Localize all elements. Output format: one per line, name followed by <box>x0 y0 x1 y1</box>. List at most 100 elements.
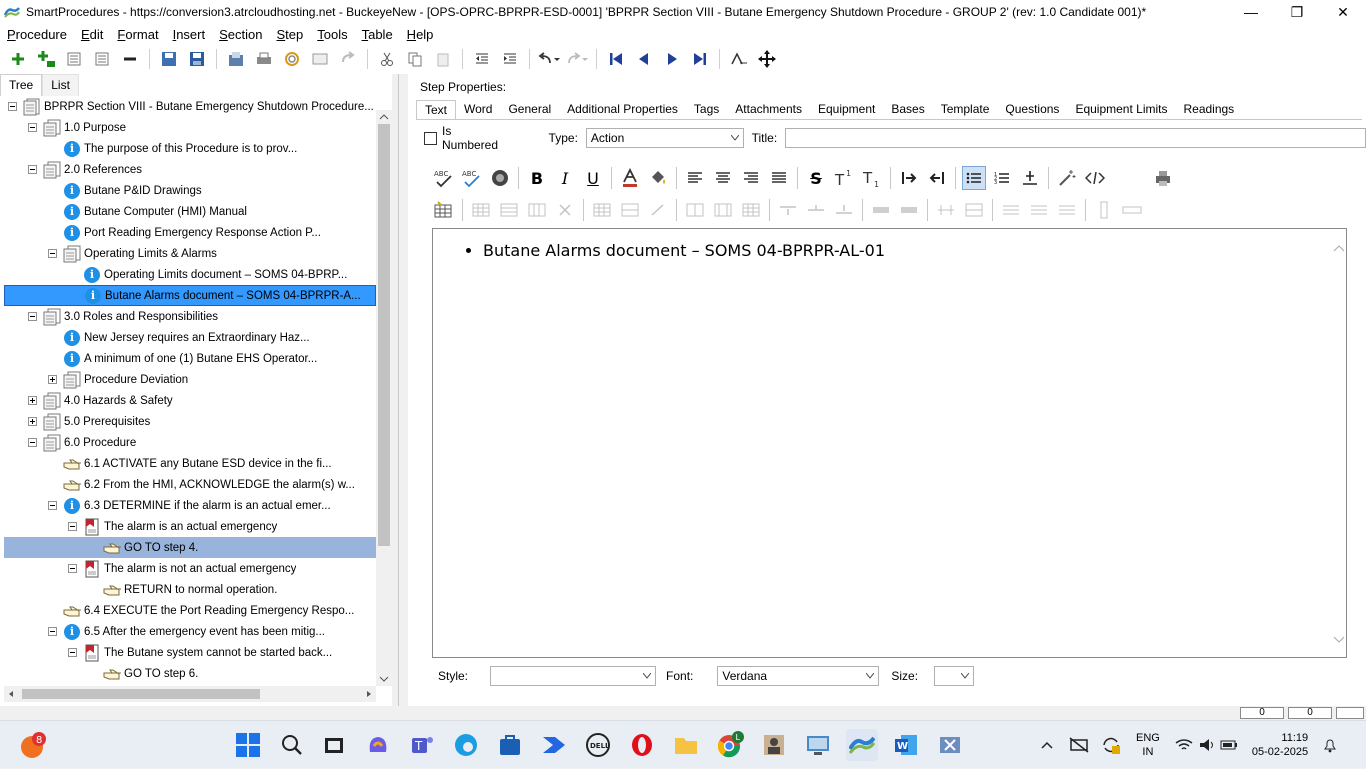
collapse-icon[interactable] <box>28 123 37 132</box>
move-button[interactable] <box>755 47 779 71</box>
collapse-icon[interactable] <box>68 564 77 573</box>
tree-item[interactable]: i Operating Limits document – SOMS 04-BPR… <box>4 264 376 285</box>
pane-splitter[interactable] <box>398 74 406 706</box>
task-view-button[interactable] <box>318 729 350 761</box>
tree-item[interactable]: i Butane P&ID Drawings <box>4 180 376 201</box>
bullet-list-button[interactable] <box>962 166 986 190</box>
title-input[interactable] <box>785 128 1366 148</box>
link-button[interactable] <box>280 47 304 71</box>
tree-item[interactable]: GO TO step 4. <box>4 537 376 558</box>
table-tool-18[interactable] <box>999 199 1023 221</box>
table-tool-7[interactable] <box>646 199 670 221</box>
table-tool-1[interactable] <box>469 199 493 221</box>
insert-subsection-button[interactable] <box>90 47 114 71</box>
table-tool-19[interactable] <box>1027 199 1051 221</box>
collapse-icon[interactable] <box>28 312 37 321</box>
tab-tags[interactable]: Tags <box>686 100 727 120</box>
tree-item[interactable]: 4.0 Hazards & Safety <box>4 390 376 411</box>
tab-readings[interactable]: Readings <box>1175 100 1242 120</box>
next-step-button[interactable] <box>660 47 684 71</box>
scroll-left-icon[interactable] <box>6 686 16 702</box>
tree-item[interactable]: i Port Reading Emergency Response Action … <box>4 222 376 243</box>
tree-item[interactable]: GO TO step 6. <box>4 663 376 684</box>
table-tool-6[interactable] <box>618 199 642 221</box>
tree-item[interactable]: 1.0 Purpose <box>4 117 376 138</box>
redo-button[interactable] <box>565 47 589 71</box>
taskbar-copilot[interactable] <box>362 729 394 761</box>
tab-word[interactable]: Word <box>456 100 500 120</box>
tab-bases[interactable]: Bases <box>883 100 932 120</box>
highlight-color-button[interactable] <box>646 166 670 190</box>
tree-item[interactable]: The alarm is an actual emergency <box>4 516 376 537</box>
scroll-right-icon[interactable] <box>364 686 374 702</box>
tree-item[interactable]: Operating Limits & Alarms <box>4 243 376 264</box>
taskbar-widgets[interactable]: 8 <box>16 729 48 761</box>
tree-hscroll-thumb[interactable] <box>22 689 260 699</box>
clock[interactable]: 11:19 05-02-2025 <box>1252 731 1308 759</box>
menu-help[interactable]: Help <box>400 27 441 42</box>
taskbar-chrome[interactable]: L <box>714 729 746 761</box>
italic-button[interactable]: I <box>553 166 577 190</box>
taskbar-store[interactable] <box>494 729 526 761</box>
tab-tree[interactable]: Tree <box>0 74 43 96</box>
indent-button[interactable] <box>498 47 522 71</box>
collapse-icon[interactable] <box>8 102 17 111</box>
taskbar-edge[interactable] <box>450 729 482 761</box>
html-source-button[interactable] <box>1083 166 1107 190</box>
table-tool-12[interactable] <box>804 199 828 221</box>
tree-item[interactable]: i New Jersey requires an Extraordinary Ha… <box>4 327 376 348</box>
taskbar-powerautomate[interactable] <box>538 729 570 761</box>
previous-step-button[interactable] <box>632 47 656 71</box>
add-step-button[interactable] <box>6 47 30 71</box>
scroll-down-icon[interactable] <box>376 674 392 686</box>
volume-icon[interactable] <box>1198 737 1216 753</box>
find-replace-button[interactable] <box>727 47 751 71</box>
table-tool-9[interactable] <box>711 199 735 221</box>
table-tool-11[interactable] <box>776 199 800 221</box>
notification-bell-icon[interactable] <box>1322 737 1338 753</box>
upload-button[interactable] <box>224 47 248 71</box>
outdent-button[interactable] <box>470 47 494 71</box>
taskbar-dell[interactable]: DELL <box>582 729 614 761</box>
taskbar-teams[interactable]: T <box>406 729 438 761</box>
sync-icon[interactable] <box>1100 735 1122 755</box>
table-tool-4[interactable] <box>553 199 577 221</box>
last-step-button[interactable] <box>688 47 712 71</box>
tab-general[interactable]: General <box>500 100 559 120</box>
print-button[interactable] <box>252 47 276 71</box>
font-color-button[interactable] <box>618 166 642 190</box>
taskbar-search[interactable] <box>276 729 308 761</box>
tree-item[interactable]: 6.0 Procedure <box>4 432 376 453</box>
table-tool-10[interactable] <box>739 199 763 221</box>
tree-vertical-scrollbar[interactable] <box>376 110 392 686</box>
first-step-button[interactable] <box>604 47 628 71</box>
tab-additional-properties[interactable]: Additional Properties <box>559 100 686 120</box>
redo-link-button[interactable] <box>336 47 360 71</box>
expand-icon[interactable] <box>28 417 37 426</box>
table-tool-17[interactable] <box>962 199 986 221</box>
window-button[interactable] <box>308 47 332 71</box>
table-tool-22[interactable] <box>1120 199 1144 221</box>
tree-item[interactable]: RETURN to normal operation. <box>4 579 376 600</box>
justify-button[interactable] <box>767 166 791 190</box>
minimize-button[interactable]: — <box>1228 0 1274 24</box>
collapse-icon[interactable] <box>48 501 57 510</box>
spellcheck-button[interactable]: ABC <box>432 166 456 190</box>
add-substep-button[interactable] <box>34 47 58 71</box>
language-indicator[interactable]: ENG IN <box>1136 731 1160 759</box>
table-tool-14[interactable] <box>869 199 893 221</box>
paste-button[interactable] <box>431 47 455 71</box>
tree-item[interactable]: 6.2 From the HMI, ACKNOWLEDGE the alarm(… <box>4 474 376 495</box>
battery-icon[interactable] <box>1220 737 1238 753</box>
collapse-icon[interactable] <box>28 165 37 174</box>
tree-horizontal-scrollbar[interactable] <box>4 686 376 702</box>
scroll-up-icon[interactable] <box>376 110 392 122</box>
table-tool-16[interactable] <box>934 199 958 221</box>
collapse-icon[interactable] <box>68 648 77 657</box>
menu-tools[interactable]: Tools <box>310 27 354 42</box>
expand-icon[interactable] <box>48 375 57 384</box>
tab-list[interactable]: List <box>42 74 79 96</box>
align-center-button[interactable] <box>711 166 735 190</box>
style-select[interactable] <box>490 666 657 686</box>
start-button[interactable] <box>232 729 264 761</box>
